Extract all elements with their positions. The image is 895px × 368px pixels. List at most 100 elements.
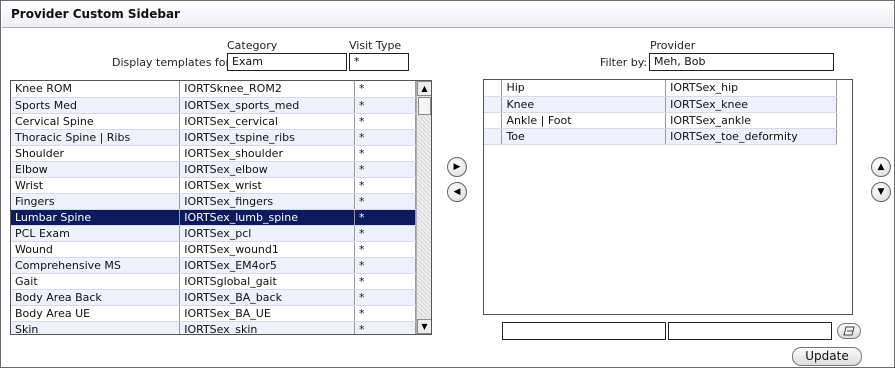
arrow-up-icon: ▲ xyxy=(877,161,885,172)
template-row[interactable]: Sports Med IORTSex_sports_med * xyxy=(11,97,416,114)
arrow-left-icon: ◀ xyxy=(453,186,461,197)
provider-template-row[interactable]: Toe IORTSex_toe_deformity xyxy=(484,128,837,145)
template-name-cell: Comprehensive MS xyxy=(11,257,181,274)
template-name-cell: Shoulder xyxy=(11,145,181,162)
template-row[interactable]: Thoracic Spine | Ribs IORTSex_tspine_ribs… xyxy=(11,129,416,146)
template-row[interactable]: Wound IORTSex_wound1 * xyxy=(11,241,416,258)
template-row[interactable]: Cervical Spine IORTSex_cervical * xyxy=(11,113,416,130)
category-field[interactable]: Exam xyxy=(227,53,347,71)
template-id-cell: IORTSex_wrist xyxy=(179,177,355,194)
template-id-cell: IORTSex_toe_deformity xyxy=(665,128,837,145)
edit-name-field[interactable] xyxy=(502,322,666,340)
template-id-cell: IORTSex_elbow xyxy=(179,161,355,178)
left-scrollbar[interactable]: ▲ ▼ xyxy=(416,81,431,334)
template-id-cell: IORTSex_sports_med xyxy=(179,97,355,114)
template-name-cell: Knee xyxy=(501,96,667,113)
row-selector-cell[interactable] xyxy=(484,96,503,113)
template-name-cell: Elbow xyxy=(11,161,181,178)
visit-type-field[interactable]: * xyxy=(349,53,409,71)
scroll-up-button[interactable]: ▲ xyxy=(417,81,431,96)
template-row[interactable]: Shoulder IORTSex_shoulder * xyxy=(11,145,416,162)
provider-template-row[interactable]: Knee IORTSex_knee xyxy=(484,96,837,113)
available-templates-list[interactable]: Knee ROM IORTSknee_ROM2 * Sports Med IORTSex… xyxy=(10,80,432,335)
template-row[interactable]: Comprehensive MS IORTSex_EM4or5 * xyxy=(11,257,416,274)
template-id-cell: IORTSex_ankle xyxy=(665,112,837,129)
template-name-cell: Fingers xyxy=(11,193,181,210)
window-title: Provider Custom Sidebar xyxy=(11,7,180,21)
visit-type-cell: * xyxy=(354,289,416,306)
visit-type-cell: * xyxy=(354,305,416,322)
template-id-cell: IORTSex_fingers xyxy=(179,193,355,210)
scroll-track[interactable] xyxy=(417,96,431,319)
template-row[interactable]: Fingers IORTSex_fingers * xyxy=(11,193,416,210)
template-name-cell: Skin xyxy=(11,321,181,334)
template-row[interactable]: Body Area Back IORTSex_BA_back * xyxy=(11,289,416,306)
template-row[interactable]: Elbow IORTSex_elbow * xyxy=(11,161,416,178)
template-name-cell: Body Area UE xyxy=(11,305,181,322)
visit-type-cell: * xyxy=(354,257,416,274)
clear-button[interactable] xyxy=(837,323,861,339)
template-id-cell: IORTSex_BA_UE xyxy=(179,305,355,322)
visit-type-cell: * xyxy=(354,193,416,210)
row-selector-cell[interactable] xyxy=(484,128,503,145)
update-button[interactable]: Update xyxy=(792,347,862,366)
template-name-cell: Toe xyxy=(501,128,667,145)
template-id-cell: IORTSex_cervical xyxy=(179,113,355,130)
template-row[interactable]: Gait IORTSglobal_gait * xyxy=(11,273,416,290)
move-down-button[interactable]: ▼ xyxy=(871,182,891,202)
row-selector-cell[interactable] xyxy=(484,80,503,97)
move-left-button[interactable]: ◀ xyxy=(447,182,467,202)
template-name-cell: Lumbar Spine xyxy=(11,209,181,226)
template-id-cell: IORTSex_BA_back xyxy=(179,289,355,306)
template-name-cell: Thoracic Spine | Ribs xyxy=(11,129,181,146)
visit-type-cell: * xyxy=(354,97,416,114)
template-name-cell: PCL Exam xyxy=(11,225,181,242)
template-name-cell: Wound xyxy=(11,241,181,258)
visit-type-cell: * xyxy=(354,81,416,98)
template-row[interactable]: Skin IORTSex_skin * xyxy=(11,321,416,334)
template-name-cell: Wrist xyxy=(11,177,181,194)
row-selector-cell[interactable] xyxy=(484,112,503,129)
move-right-button[interactable]: ▶ xyxy=(447,157,467,177)
template-name-cell: Ankle | Foot xyxy=(501,112,667,129)
template-id-cell: IORTSknee_ROM2 xyxy=(179,81,355,98)
visit-type-cell: * xyxy=(354,273,416,290)
template-row[interactable]: Lumbar Spine IORTSex_lumb_spine * xyxy=(11,209,416,226)
visit-type-cell: * xyxy=(354,113,416,130)
provider-template-row[interactable]: Ankle | Foot IORTSex_ankle xyxy=(484,112,837,129)
template-id-cell: IORTSex_hip xyxy=(665,80,837,97)
visit-type-cell: * xyxy=(354,177,416,194)
template-name-cell: Gait xyxy=(11,273,181,290)
provider-templates-table: Hip IORTSex_hip Knee IORTSex_knee Ankle | Fo… xyxy=(484,80,837,145)
available-templates-table: Knee ROM IORTSknee_ROM2 * Sports Med IORTSex… xyxy=(11,81,416,334)
category-label: Category xyxy=(227,39,278,52)
visit-type-cell: * xyxy=(354,145,416,162)
visit-type-cell: * xyxy=(354,241,416,258)
visit-type-cell: * xyxy=(354,209,416,226)
template-id-cell: IORTSglobal_gait xyxy=(179,273,355,290)
edit-template-field[interactable] xyxy=(668,322,832,340)
eraser-icon xyxy=(843,326,855,336)
visit-type-cell: * xyxy=(354,225,416,242)
provider-filter-field[interactable]: Meh, Bob xyxy=(649,53,834,71)
template-row[interactable]: Knee ROM IORTSknee_ROM2 * xyxy=(11,81,416,98)
scroll-down-button[interactable]: ▼ xyxy=(417,319,431,334)
template-row[interactable]: PCL Exam IORTSex_pcl * xyxy=(11,225,416,242)
template-id-cell: IORTSex_lumb_spine xyxy=(179,209,355,226)
visit-type-cell: * xyxy=(354,321,416,334)
visit-type-cell: * xyxy=(354,161,416,178)
move-up-button[interactable]: ▲ xyxy=(871,157,891,177)
template-row[interactable]: Wrist IORTSex_wrist * xyxy=(11,177,416,194)
template-name-cell: Hip xyxy=(501,80,667,97)
template-id-cell: IORTSex_skin xyxy=(179,321,355,334)
template-id-cell: IORTSex_wound1 xyxy=(179,241,355,258)
display-templates-label: Display templates for: xyxy=(112,56,234,69)
template-row[interactable]: Body Area UE IORTSex_BA_UE * xyxy=(11,305,416,322)
provider-templates-list[interactable]: Hip IORTSex_hip Knee IORTSex_knee Ankle | Fo… xyxy=(483,79,853,315)
title-bar: Provider Custom Sidebar xyxy=(2,2,893,28)
provider-template-row[interactable]: Hip IORTSex_hip xyxy=(484,80,837,97)
template-id-cell: IORTSex_pcl xyxy=(179,225,355,242)
scroll-thumb[interactable] xyxy=(418,97,431,115)
arrow-down-icon: ▼ xyxy=(877,186,885,197)
template-id-cell: IORTSex_EM4or5 xyxy=(179,257,355,274)
